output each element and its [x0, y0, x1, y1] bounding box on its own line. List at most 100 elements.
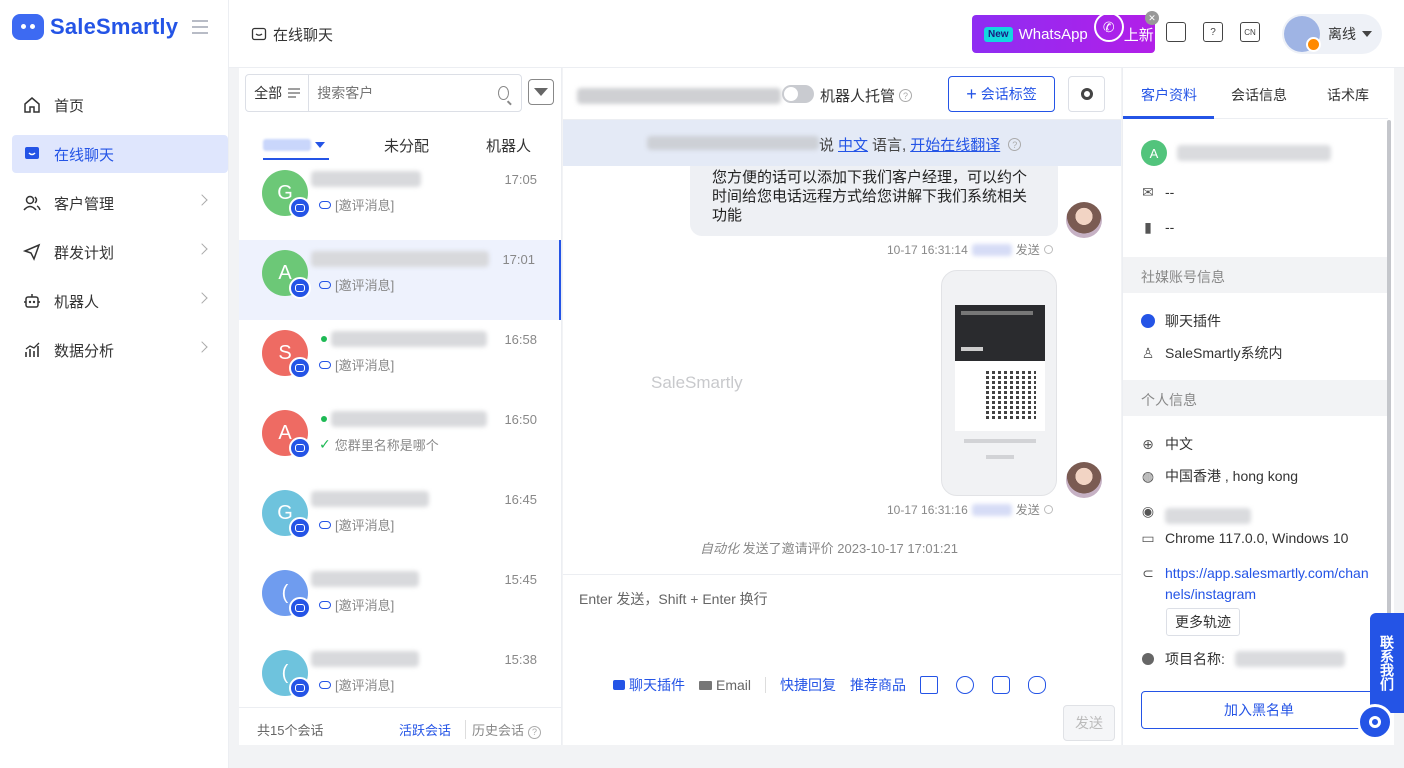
quick-reply-button[interactable]: 快捷回复	[780, 675, 836, 695]
monitor-icon: ▭	[1141, 529, 1155, 546]
map-pin-icon: ◉	[1141, 502, 1155, 519]
nav-item-broadcast[interactable]: 群发计划	[12, 233, 228, 271]
chat-plugin-icon	[1141, 314, 1155, 328]
tab-script-library[interactable]: 话术库	[1327, 85, 1369, 105]
help-icon[interactable]: ?	[1008, 138, 1022, 151]
start-translation-link[interactable]: 开始在线翻译	[910, 134, 1000, 155]
filter-label: 全部	[254, 85, 283, 101]
help-icon[interactable]: ?	[528, 725, 542, 739]
channel-plugin-selector[interactable]: 聊天插件	[613, 675, 685, 695]
check-icon: ✓	[319, 436, 331, 452]
nav-item-analytics[interactable]: 数据分析	[12, 331, 228, 369]
image-icon[interactable]	[992, 676, 1011, 694]
nav-item-home[interactable]: 首页	[12, 86, 228, 124]
sidebar: SaleSmartly 首页 在线聊天 客户管理 群发计划 机器人 数据分析	[0, 0, 229, 768]
section-personal-info: 个人信息	[1123, 380, 1388, 416]
customer-name-redacted	[577, 88, 781, 104]
composer-toolbar: 聊天插件 Email 快捷回复 推荐商品	[613, 675, 1064, 695]
robot-hosting-toggle[interactable]	[782, 85, 814, 103]
message-input[interactable]: Enter 发送，Shift + Enter 换行	[579, 589, 768, 609]
nav-label: 在线聊天	[54, 146, 115, 164]
search-input[interactable]	[309, 75, 499, 111]
invite-icon	[319, 280, 331, 289]
nav-item-customers[interactable]: 客户管理	[12, 184, 228, 222]
brand-logo[interactable]: SaleSmartly	[12, 14, 178, 40]
star-icon[interactable]	[920, 676, 939, 694]
profile-scrollbar[interactable]	[1387, 120, 1391, 680]
invite-icon	[319, 360, 331, 369]
attachment-icon[interactable]	[1028, 676, 1047, 694]
conversation-item[interactable]: G 16:45 [邀评消息]	[239, 480, 561, 560]
conversation-preview: [邀评消息]	[319, 515, 394, 534]
conversation-item[interactable]: A 17:01 [邀评消息]	[239, 240, 561, 320]
profile-tabs: 客户资料 会话信息 话术库	[1123, 68, 1388, 119]
tab-unassigned[interactable]: 未分配	[384, 135, 429, 156]
tab-robot[interactable]: 机器人	[486, 135, 531, 156]
world-icon: ◍	[1141, 467, 1155, 484]
robot-label-text: 机器人托管	[820, 88, 896, 105]
poster-caption	[964, 439, 1036, 443]
recommend-products-button[interactable]: 推荐商品	[850, 675, 906, 695]
send-button[interactable]: 发送	[1063, 705, 1115, 741]
conversation-item[interactable]: ( 15:45 [邀评消息]	[239, 560, 561, 640]
search-icon[interactable]	[498, 86, 509, 100]
link-icon: ⊂	[1142, 564, 1154, 581]
conversation-item[interactable]: A 16:50 ✓ 您群里名称是哪个	[239, 400, 561, 480]
email-row: ✉ --	[1141, 184, 1175, 201]
phone-value: --	[1165, 219, 1175, 235]
user-status-menu[interactable]: 离线	[1282, 14, 1382, 54]
page-title: 在线聊天	[251, 24, 333, 45]
conversation-preview: [邀评消息]	[319, 595, 394, 614]
user-source-icon: ♙	[1141, 344, 1155, 361]
devices-icon[interactable]	[1166, 22, 1186, 42]
customer-name-redacted	[311, 491, 429, 507]
history-conversations-link[interactable]: 历史会话?	[465, 720, 542, 739]
whatsapp-promo-banner[interactable]: New WhatsApp ✆ 上新 ✕	[972, 11, 1159, 53]
tab-mine[interactable]	[263, 139, 311, 151]
promo-suffix: 上新	[1123, 26, 1154, 44]
project-row: 项目名称:	[1141, 649, 1345, 669]
language-link[interactable]: 中文	[838, 134, 868, 155]
chat-settings-button[interactable]	[1068, 76, 1105, 112]
conversation-tag-button[interactable]: + 会话标签	[948, 76, 1055, 112]
conversation-item[interactable]: S 16:58 [邀评消息]	[239, 320, 561, 400]
conversation-count: 共15个会话	[257, 723, 324, 738]
visited-url-link[interactable]: https://app.salesmartly.com/channels/ins…	[1165, 563, 1371, 605]
help-icon[interactable]: ?	[899, 89, 913, 102]
email-value: --	[1165, 184, 1175, 200]
conversation-item[interactable]: G 17:05 [邀评消息]	[239, 160, 561, 240]
nav-label: 群发计划	[54, 244, 115, 262]
online-dot	[321, 336, 327, 342]
nav-item-live-chat[interactable]: 在线聊天	[12, 135, 228, 173]
message-time: 10-17 16:31:16	[887, 502, 968, 517]
email-channel-selector[interactable]: Email	[699, 677, 751, 693]
channel-badge-icon	[289, 597, 311, 619]
filter-button[interactable]	[528, 79, 554, 105]
nav-item-robot[interactable]: 机器人	[12, 282, 228, 320]
customer-name-redacted	[311, 651, 419, 667]
add-to-blacklist-button[interactable]: 加入黑名单	[1141, 691, 1377, 729]
tab-customer-profile[interactable]: 客户资料	[1141, 85, 1197, 105]
help-icon[interactable]: ?	[1203, 22, 1223, 42]
filter-dropdown[interactable]: 全部	[246, 75, 310, 111]
preview-text: [邀评消息]	[335, 678, 395, 693]
active-conversations-link[interactable]: 活跃会话	[399, 720, 451, 739]
invite-icon	[319, 680, 331, 689]
redacted-text	[647, 136, 819, 150]
emoji-icon[interactable]	[956, 676, 975, 694]
whatsapp-icon: ✆	[1093, 12, 1124, 42]
logo-icon	[12, 14, 44, 40]
close-icon[interactable]: ✕	[1145, 11, 1159, 25]
language-icon[interactable]: CN	[1240, 22, 1260, 42]
chat-icon	[22, 144, 42, 164]
image-message[interactable]	[941, 270, 1057, 496]
menu-collapse-icon[interactable]	[192, 20, 208, 34]
tab-session-info[interactable]: 会话信息	[1231, 85, 1287, 105]
conversation-filter-bar: 全部	[245, 74, 522, 112]
chat-widget-button[interactable]	[1357, 704, 1393, 740]
location-value: 中国香港 , hong kong	[1165, 468, 1299, 484]
automation-note: 自动化 发送了邀请评价 2023-10-17 17:01:21	[700, 538, 958, 557]
conversation-time: 15:38	[504, 652, 537, 667]
contact-us-tab[interactable]: 联系我们	[1370, 613, 1404, 713]
more-tracking-button[interactable]: 更多轨迹	[1166, 608, 1240, 636]
